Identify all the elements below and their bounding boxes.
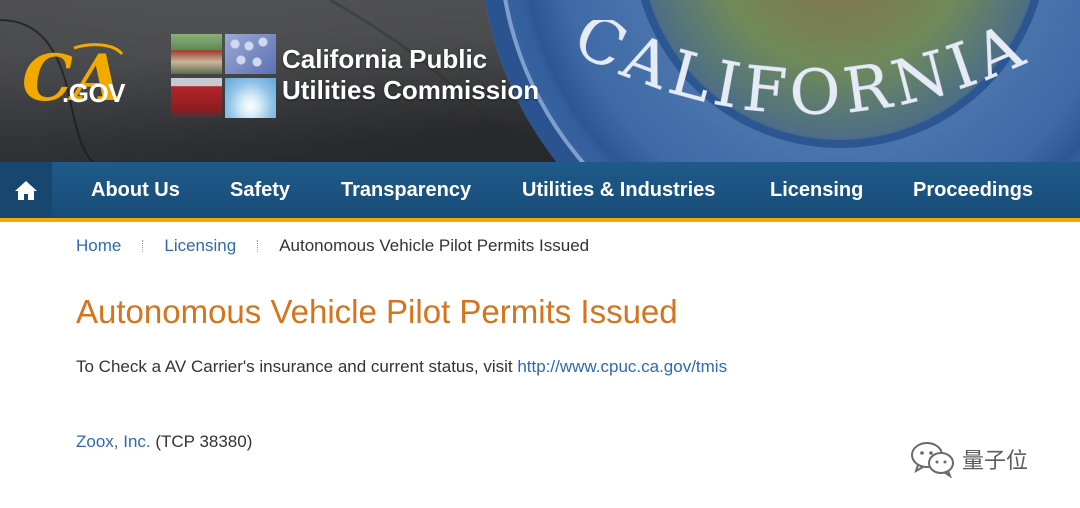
nav-accent-bar (0, 218, 1080, 222)
ca-gov-wordmark: .GOV (62, 78, 126, 108)
nav-item-utilities-industries[interactable]: Utilities & Industries (522, 179, 715, 202)
agency-name[interactable]: California Public Utilities Commission (282, 44, 539, 106)
nav-home-button[interactable] (0, 162, 52, 218)
house-tile-image (171, 34, 222, 74)
breadcrumb-current: Autonomous Vehicle Pilot Permits Issued (279, 236, 590, 255)
breadcrumb: Home Licensing Autonomous Vehicle Pilot … (76, 236, 589, 256)
cpuc-logo-tiles (171, 34, 277, 118)
nav-item-proceedings[interactable]: Proceedings (913, 179, 1033, 202)
watermark-text: 量子位 (962, 449, 1029, 474)
agency-name-line1: California Public (282, 44, 488, 74)
breadcrumb-licensing-link[interactable]: Licensing (164, 236, 236, 256)
carrier-tcp-number: (TCP 38380) (150, 432, 253, 451)
intro-text: To Check a AV Carrier's insurance and cu… (76, 357, 518, 376)
intro-paragraph: To Check a AV Carrier's insurance and cu… (76, 357, 727, 377)
seal-text-arc: CALIFORNIA (563, 20, 1039, 129)
carrier-link-zoox[interactable]: Zoox, Inc. (76, 432, 151, 451)
train-tile-image (171, 78, 222, 118)
breadcrumb-separator (142, 240, 144, 252)
telecom-tile-image (225, 34, 276, 74)
nav-item-licensing[interactable]: Licensing (770, 179, 863, 202)
nav-item-safety[interactable]: Safety (230, 179, 290, 202)
page-title: Autonomous Vehicle Pilot Permits Issued (76, 293, 678, 330)
main-nav: About Us Safety Transparency Utilities &… (0, 162, 1080, 218)
breadcrumb-separator (257, 240, 259, 252)
svg-text:CALIFORNIA: CALIFORNIA (563, 20, 1039, 129)
carrier-entry: Zoox, Inc. (TCP 38380) (76, 432, 252, 452)
watermark: 量子位 (910, 440, 1028, 478)
wechat-icon (911, 442, 954, 478)
nav-item-about-us[interactable]: About Us (91, 179, 180, 202)
header-banner: CALIFORNIA CA .GOV California Public Uti… (0, 0, 1080, 162)
water-drop-tile-image (225, 78, 276, 118)
nav-item-transparency[interactable]: Transparency (341, 179, 471, 202)
tmis-link[interactable]: http://www.cpuc.ca.gov/tmis (517, 357, 727, 376)
breadcrumb-home-link[interactable]: Home (76, 236, 121, 256)
agency-name-line2: Utilities Commission (282, 75, 540, 105)
home-icon (15, 181, 37, 200)
